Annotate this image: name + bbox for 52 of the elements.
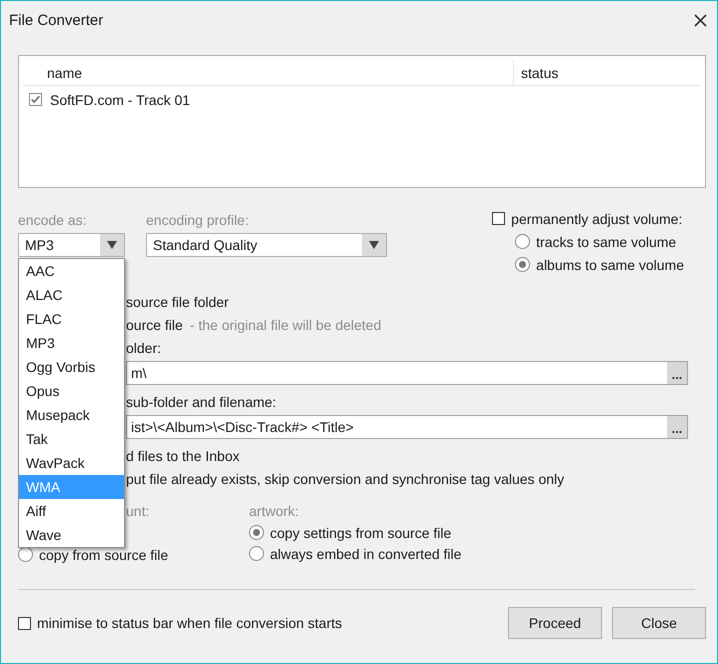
- dropdown-arrow-icon: [369, 241, 379, 249]
- menu-item[interactable]: Wave: [19, 523, 124, 547]
- menu-item[interactable]: Aiff: [19, 499, 124, 523]
- encoding-profile-label: encoding profile:: [146, 212, 250, 229]
- path-field[interactable]: ist>\<Album>\<Disc-Track#> <Title> ...: [126, 415, 688, 439]
- option-text: ource file: [126, 317, 183, 333]
- profile-dropdown[interactable]: Standard Quality: [146, 233, 387, 257]
- radio-button[interactable]: [515, 257, 530, 272]
- radio-button[interactable]: [18, 547, 33, 562]
- radio-label: albums to same volume: [536, 256, 684, 272]
- column-header[interactable]: name: [23, 60, 514, 85]
- checkbox-label: permanently adjust volume:: [511, 210, 682, 226]
- option-text: source file folder: [126, 294, 229, 310]
- menu-item[interactable]: Musepack: [19, 403, 124, 427]
- file-name: SoftFD.com - Track 01: [50, 92, 190, 108]
- radio-label: always embed in converted file: [270, 546, 462, 562]
- artwork-label: artwork:: [249, 502, 300, 521]
- close-icon[interactable]: [694, 14, 707, 27]
- radio-button[interactable]: [515, 234, 530, 249]
- menu-item[interactable]: MP3: [19, 331, 124, 355]
- column-header[interactable]: status: [514, 60, 558, 85]
- radio-label: tracks to same volume: [536, 234, 676, 250]
- group-label: unt:: [126, 502, 150, 521]
- browse-button[interactable]: ...: [667, 362, 687, 384]
- checkbox-label: minimise to status bar when file conversion starts: [37, 615, 342, 631]
- encode-as-label: encode as:: [18, 212, 88, 229]
- menu-item[interactable]: Opus: [19, 379, 124, 403]
- close-button[interactable]: Close: [612, 607, 706, 639]
- option-text: d files to the Inbox: [126, 448, 240, 464]
- menu-item[interactable]: AAC: [19, 259, 124, 283]
- checkbox[interactable]: [18, 616, 31, 630]
- format-dropdown[interactable]: MP3: [18, 233, 125, 257]
- window-title: File Converter: [9, 12, 104, 29]
- radio-label: copy from source file: [39, 546, 168, 562]
- checkbox[interactable]: [492, 212, 506, 225]
- proceed-button[interactable]: Proceed: [508, 607, 602, 639]
- menu-item[interactable]: Tak: [19, 427, 124, 451]
- menu-item[interactable]: ALAC: [19, 283, 124, 307]
- browse-button[interactable]: ...: [667, 416, 687, 438]
- option-text: sub-folder and filename:: [126, 394, 276, 410]
- option-text: older:: [126, 340, 162, 356]
- radio-button[interactable]: [249, 525, 264, 540]
- menu-item[interactable]: Ogg Vorbis: [19, 355, 124, 379]
- radio-button[interactable]: [249, 546, 264, 561]
- radio-label: copy settings from source file: [270, 524, 452, 540]
- option-text: put file already exists, skip conversion and synchronise tag values only: [126, 471, 564, 487]
- menu-item[interactable]: WavPack: [19, 451, 124, 475]
- menu-item[interactable]: FLAC: [19, 307, 124, 331]
- hint-text: - the original file will be deleted: [190, 317, 382, 333]
- checkbox[interactable]: [29, 93, 42, 106]
- dropdown-arrow-icon: [107, 241, 117, 249]
- path-field[interactable]: m\ ...: [126, 361, 688, 385]
